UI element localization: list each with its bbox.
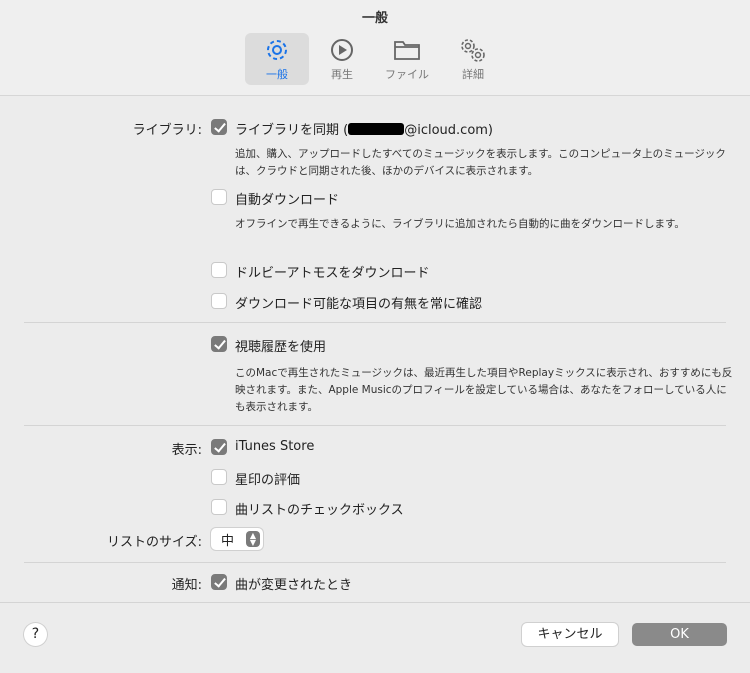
sync-description: 追加、購入、アップロードしたすべてのミュージックを表示します。このコンピュータ上…	[235, 148, 726, 177]
help-button[interactable]: ?	[24, 623, 47, 646]
list-size-select[interactable]: 中 ▲ ▼	[211, 528, 263, 550]
notify-label: 通知:	[171, 578, 202, 593]
tab-label: ファイル	[385, 68, 429, 81]
library-label: ライブラリ:	[132, 123, 202, 138]
tab-playback[interactable]: 再生	[310, 33, 374, 85]
itunes-store-checkbox[interactable]	[211, 439, 227, 455]
listening-history-label: 視聴履歴を使用	[235, 340, 327, 355]
star-rating-checkbox[interactable]	[211, 469, 227, 485]
cancel-button[interactable]: キャンセル	[522, 623, 618, 646]
star-rating-label: 星印の評価	[235, 473, 301, 488]
song-checkbox-checkbox[interactable]	[211, 499, 227, 515]
folder-icon	[394, 41, 420, 60]
divider	[24, 322, 726, 323]
list-size-value: 中	[221, 534, 235, 549]
tab-general[interactable]: 一般	[245, 33, 309, 85]
stepper-arrows-icon: ▲ ▼	[246, 531, 260, 547]
song-change-checkbox[interactable]	[211, 574, 227, 590]
toolbar: 一般 一般 再生 ファイル 詳細	[0, 0, 750, 96]
display-label: 表示:	[171, 443, 202, 458]
dolby-checkbox[interactable]	[211, 262, 227, 278]
divider	[24, 425, 726, 426]
sync-label-suffix: @icloud.com)	[404, 123, 494, 138]
dolby-label: ドルビーアトモスをダウンロード	[235, 266, 430, 281]
sync-library-label: ライブラリを同期 ( @icloud.com)	[235, 119, 493, 138]
check-downloads-label: ダウンロード可能な項目の有無を常に確認	[235, 297, 483, 312]
itunes-store-label: iTunes Store	[235, 439, 315, 454]
redacted-email	[348, 123, 405, 135]
window-title: 一般	[361, 11, 388, 26]
list-size-label: リストのサイズ:	[107, 535, 202, 550]
divider	[24, 562, 726, 563]
history-description: このMacで再生されたミュージックは、最近再生した項目やReplayミックスに表…	[235, 367, 733, 413]
song-checkbox-label: 曲リストのチェックボックス	[235, 503, 404, 518]
tab-files[interactable]: ファイル	[375, 33, 439, 85]
auto-download-checkbox[interactable]	[211, 189, 227, 205]
check-downloads-checkbox[interactable]	[211, 293, 227, 309]
tab-advanced[interactable]: 詳細	[441, 33, 505, 85]
gear-icon	[267, 40, 287, 60]
play-icon	[331, 39, 353, 61]
tab-label: 詳細	[462, 68, 484, 81]
footer-divider	[0, 602, 750, 603]
auto-download-label: 自動ダウンロード	[235, 193, 340, 208]
tab-label: 一般	[266, 68, 288, 81]
sync-library-checkbox[interactable]	[211, 119, 227, 135]
listening-history-checkbox[interactable]	[211, 336, 227, 352]
tab-label: 再生	[331, 68, 353, 81]
song-change-label: 曲が変更されたとき	[235, 578, 353, 593]
auto-download-description: オフラインで再生できるように、ライブラリに追加されたら自動的に曲をダウンロードし…	[235, 218, 685, 230]
sync-label-prefix: ライブラリを同期 (	[235, 123, 349, 138]
ok-button[interactable]: OK	[632, 623, 727, 646]
gears-icon	[461, 39, 485, 62]
